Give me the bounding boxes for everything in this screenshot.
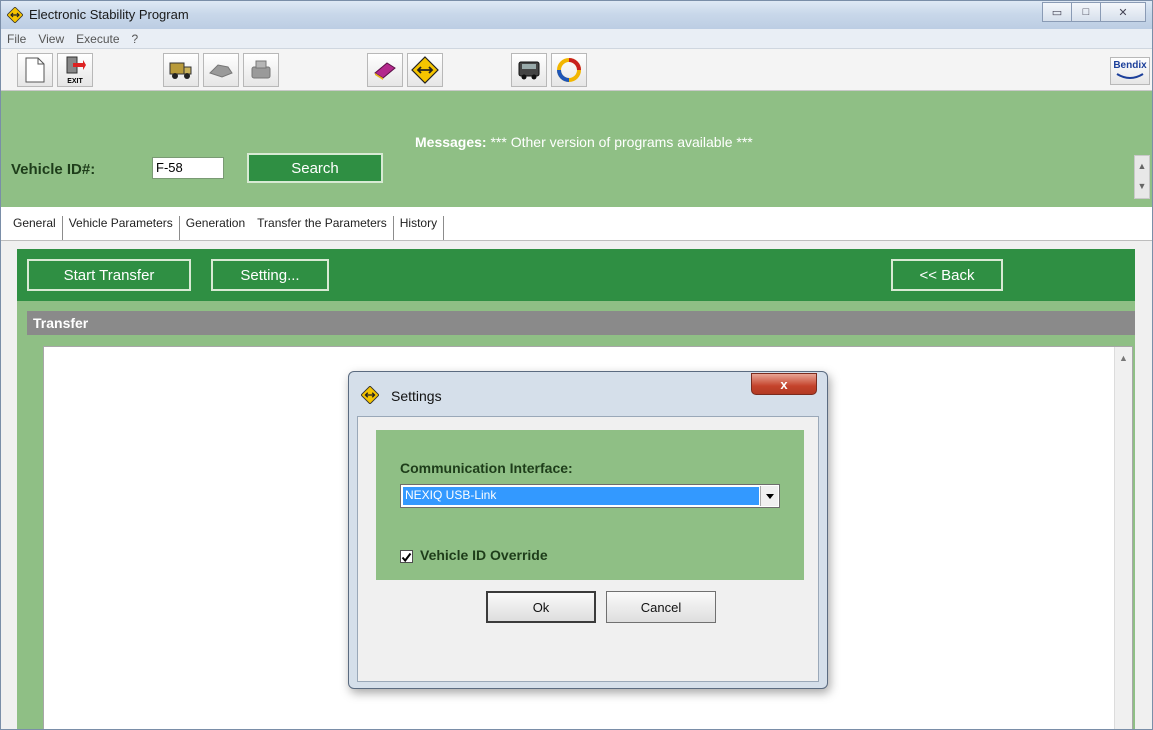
scroll-down-icon[interactable]: ▼ xyxy=(1135,176,1149,196)
plug-icon xyxy=(209,64,233,78)
maximize-button[interactable]: □ xyxy=(1071,2,1101,22)
dropdown-arrow-icon[interactable] xyxy=(760,486,778,506)
minimize-icon: ▭ xyxy=(1051,6,1063,19)
communication-interface-select[interactable]: NEXIQ USB-Link xyxy=(400,484,780,508)
scroll-up-icon[interactable]: ▲ xyxy=(1135,156,1149,176)
tab-vehicle-parameters[interactable]: Vehicle Parameters xyxy=(63,216,180,240)
menu-file[interactable]: File xyxy=(7,32,26,46)
truck-icon xyxy=(169,62,192,79)
messages-scrollbar[interactable]: ▲ ▼ xyxy=(1134,155,1150,199)
exit-label: EXIT xyxy=(67,77,83,85)
toolbar: EXIT Bendix xyxy=(1,49,1152,91)
communication-interface-label: Communication Interface: xyxy=(400,460,573,476)
dialog-close-button[interactable]: x xyxy=(751,373,817,395)
vehicle-id-override-checkbox[interactable] xyxy=(400,550,413,563)
esp-diamond-icon xyxy=(411,56,439,84)
section-title: Transfer xyxy=(27,311,1135,335)
tab-generation[interactable]: Generation xyxy=(180,216,251,240)
vehicle-id-input[interactable]: F-58 xyxy=(152,157,224,179)
esp-logo-icon xyxy=(360,385,380,407)
esp-button[interactable] xyxy=(407,53,443,87)
new-document-button[interactable] xyxy=(17,53,53,87)
bendix-swoosh-icon xyxy=(1116,73,1144,79)
tab-bar: General Vehicle Parameters Generation Tr… xyxy=(1,207,1152,241)
book-icon xyxy=(374,62,396,80)
vehicle-id-label: Vehicle ID#: xyxy=(11,161,96,178)
truck-front-icon xyxy=(518,61,540,80)
exit-button[interactable]: EXIT xyxy=(57,53,93,87)
bendix-logo: Bendix xyxy=(1110,57,1150,85)
vehicle-data-button[interactable] xyxy=(163,53,199,87)
printer-icon xyxy=(251,60,271,79)
back-button[interactable]: << Back xyxy=(891,259,1003,291)
manual-button[interactable] xyxy=(367,53,403,87)
menu-execute[interactable]: Execute xyxy=(76,32,119,46)
title-bar[interactable]: Electronic Stability Program ▭ □ ✕ xyxy=(1,1,1152,29)
vehicle-id-override-label[interactable]: Vehicle ID Override xyxy=(420,547,548,563)
new-document-icon xyxy=(25,57,45,83)
menu-help[interactable]: ? xyxy=(132,32,139,46)
maximize-icon: □ xyxy=(1082,6,1090,18)
close-button[interactable]: ✕ xyxy=(1100,2,1146,22)
close-icon: ✕ xyxy=(1118,6,1128,19)
exit-door-icon xyxy=(66,56,86,73)
start-transfer-button[interactable]: Start Transfer xyxy=(27,259,191,291)
connect-button[interactable] xyxy=(203,53,239,87)
dialog-title-bar[interactable]: Settings x xyxy=(349,372,827,414)
messages-text: *** Other version of programs available … xyxy=(490,134,753,150)
cancel-button[interactable]: Cancel xyxy=(606,591,716,623)
truck-diagnostics-button[interactable] xyxy=(511,53,547,87)
ok-button[interactable]: Ok xyxy=(486,591,596,623)
action-bar: Start Transfer Setting... << Back xyxy=(17,249,1135,301)
settings-dialog: Settings x Communication Interface: NEXI… xyxy=(348,371,828,689)
brand-label: Bendix xyxy=(1113,60,1147,71)
menu-view[interactable]: View xyxy=(38,32,64,46)
settings-group: Communication Interface: NEXIQ USB-Link … xyxy=(376,430,804,580)
dialog-title: Settings xyxy=(391,388,442,404)
vehicle-header: Vehicle ID#: F-58 Search Messages: *** O… xyxy=(1,91,1152,207)
menu-bar: File View Execute ? xyxy=(1,29,1152,49)
messages-area: Messages: *** Other version of programs … xyxy=(415,134,753,150)
scroll-up-icon[interactable]: ▲ xyxy=(1115,353,1132,363)
print-button[interactable] xyxy=(243,53,279,87)
window-title: Electronic Stability Program xyxy=(29,7,189,22)
tab-history[interactable]: History xyxy=(394,216,445,240)
close-icon: x xyxy=(780,376,788,392)
refresh-icon xyxy=(557,58,581,82)
app-window: Electronic Stability Program ▭ □ ✕ File … xyxy=(0,0,1153,730)
tab-transfer-the-parameters[interactable]: Transfer the Parameters xyxy=(251,216,394,240)
refresh-button[interactable] xyxy=(551,53,587,87)
log-scrollbar[interactable]: ▲ xyxy=(1114,347,1132,729)
window-controls: ▭ □ ✕ xyxy=(1042,2,1146,22)
checkmark-icon xyxy=(401,552,412,563)
minimize-button[interactable]: ▭ xyxy=(1042,2,1072,22)
dialog-body: Communication Interface: NEXIQ USB-Link … xyxy=(357,416,819,682)
tab-general[interactable]: General xyxy=(7,216,63,240)
search-button[interactable]: Search xyxy=(247,153,383,183)
selected-interface: NEXIQ USB-Link xyxy=(403,487,759,505)
messages-label: Messages: xyxy=(415,134,487,150)
esp-logo-icon xyxy=(6,6,24,24)
setting-button[interactable]: Setting... xyxy=(211,259,329,291)
